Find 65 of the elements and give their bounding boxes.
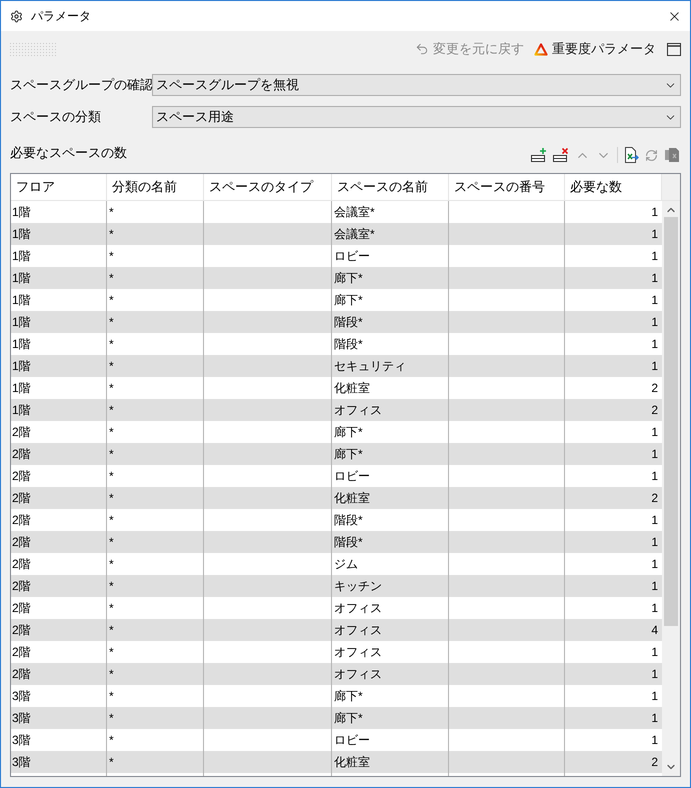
table-row[interactable]: 1階 * 廊下* 1 xyxy=(11,267,662,289)
table-cell-text: 2 xyxy=(650,490,659,507)
spreadsheet-export-icon[interactable] xyxy=(624,147,639,163)
section-title: 必要なスペースの数 xyxy=(10,144,127,162)
table-cell-text: 1 xyxy=(650,446,659,463)
table-cell-text: 1 xyxy=(650,710,659,727)
column-header[interactable]: スペースの名前 xyxy=(332,174,449,200)
column-header[interactable]: フロア xyxy=(11,174,107,200)
table-cell-text: 1 xyxy=(650,600,659,617)
table-cell-text: 1 xyxy=(650,666,659,683)
add-row-icon[interactable] xyxy=(531,147,547,163)
table-row[interactable]: 2階 * 廊下* 1 xyxy=(11,443,662,465)
table-cell-text: 1 xyxy=(650,688,659,705)
table-cell-text: 2 xyxy=(650,380,659,397)
table-cell-text: 1 xyxy=(650,292,659,309)
table-cell: 3階 xyxy=(11,751,107,773)
table-row[interactable]: 2階 * キッチン 1 xyxy=(11,575,662,597)
table-cell-text: 1 xyxy=(650,204,659,221)
table-row[interactable]: 2階 * オフィス 1 xyxy=(11,663,662,685)
table-cell-text: 1 xyxy=(650,534,659,551)
table-cell-text: 1 xyxy=(650,248,659,265)
table-row[interactable]: 2階 * オフィス 4 xyxy=(11,619,662,641)
table-cell-text: 1 xyxy=(650,226,659,243)
delete-row-icon[interactable] xyxy=(553,147,569,163)
table-cell-text: 1 xyxy=(650,468,659,485)
table-cell-text: 1 xyxy=(650,556,659,573)
table-cell-text: 1 xyxy=(650,732,659,749)
scrollbar-thumb[interactable] xyxy=(664,217,678,626)
window-icon[interactable] xyxy=(667,42,681,56)
scrollbar-track[interactable] xyxy=(662,201,680,776)
field-label: スペースの分類 xyxy=(10,108,102,126)
table-row[interactable]: 1階 * 会議室* 1 xyxy=(11,223,662,245)
table-cell-text: 4 xyxy=(650,622,659,639)
table-cell-text: 1 xyxy=(650,578,659,595)
priority-button[interactable]: 重要度パラメータ xyxy=(533,38,657,60)
warning-triangle-icon xyxy=(534,42,548,56)
table-cell-text: 2 xyxy=(650,402,659,419)
undo-icon xyxy=(415,42,429,56)
settings-icon xyxy=(10,10,23,22)
window-title: パラメータ xyxy=(31,8,91,25)
table-row[interactable]: 2階 * 化粧室 2 xyxy=(11,487,662,509)
column-header[interactable]: 必要な数 xyxy=(565,174,662,200)
table-cell-text: 1 xyxy=(650,336,659,353)
table-cell-text: 1 xyxy=(650,314,659,331)
table-cell-text: 1 xyxy=(650,644,659,661)
table-row[interactable]: 2階 * 階段* 1 xyxy=(11,531,662,553)
stacked-pages-icon[interactable] xyxy=(664,147,681,163)
table-cell-text: 1 xyxy=(650,424,659,441)
table-row[interactable]: 3階 * 廊下* 1 xyxy=(11,707,662,729)
table-row[interactable]: 1階 * セキュリティ 1 xyxy=(11,355,662,377)
dropdown-field[interactable]: スペース用途 xyxy=(152,106,681,128)
table-row[interactable]: 1階 * オフィス 2 xyxy=(11,399,662,421)
table-row[interactable]: 3階 * 化粧室 2 xyxy=(11,751,662,773)
dropdown-field[interactable]: スペースグループを無視 xyxy=(152,74,681,96)
table-cell: * xyxy=(107,751,204,773)
column-header[interactable]: スペースの番号 xyxy=(449,174,565,200)
table-cell: 化粧室 xyxy=(332,751,449,773)
column-header[interactable]: スペースのタイプ xyxy=(204,174,332,200)
field-label: スペースグループの確認 xyxy=(10,76,152,94)
table-cell-text: 2 xyxy=(650,754,659,771)
table-cell-text: 1 xyxy=(650,512,659,529)
table-row[interactable]: 1階 * 階段* 1 xyxy=(11,311,662,333)
column-header[interactable]: 分類の名前 xyxy=(107,174,204,200)
table-cell-text: 1 xyxy=(650,358,659,375)
table-cell-text: 1 xyxy=(650,270,659,287)
